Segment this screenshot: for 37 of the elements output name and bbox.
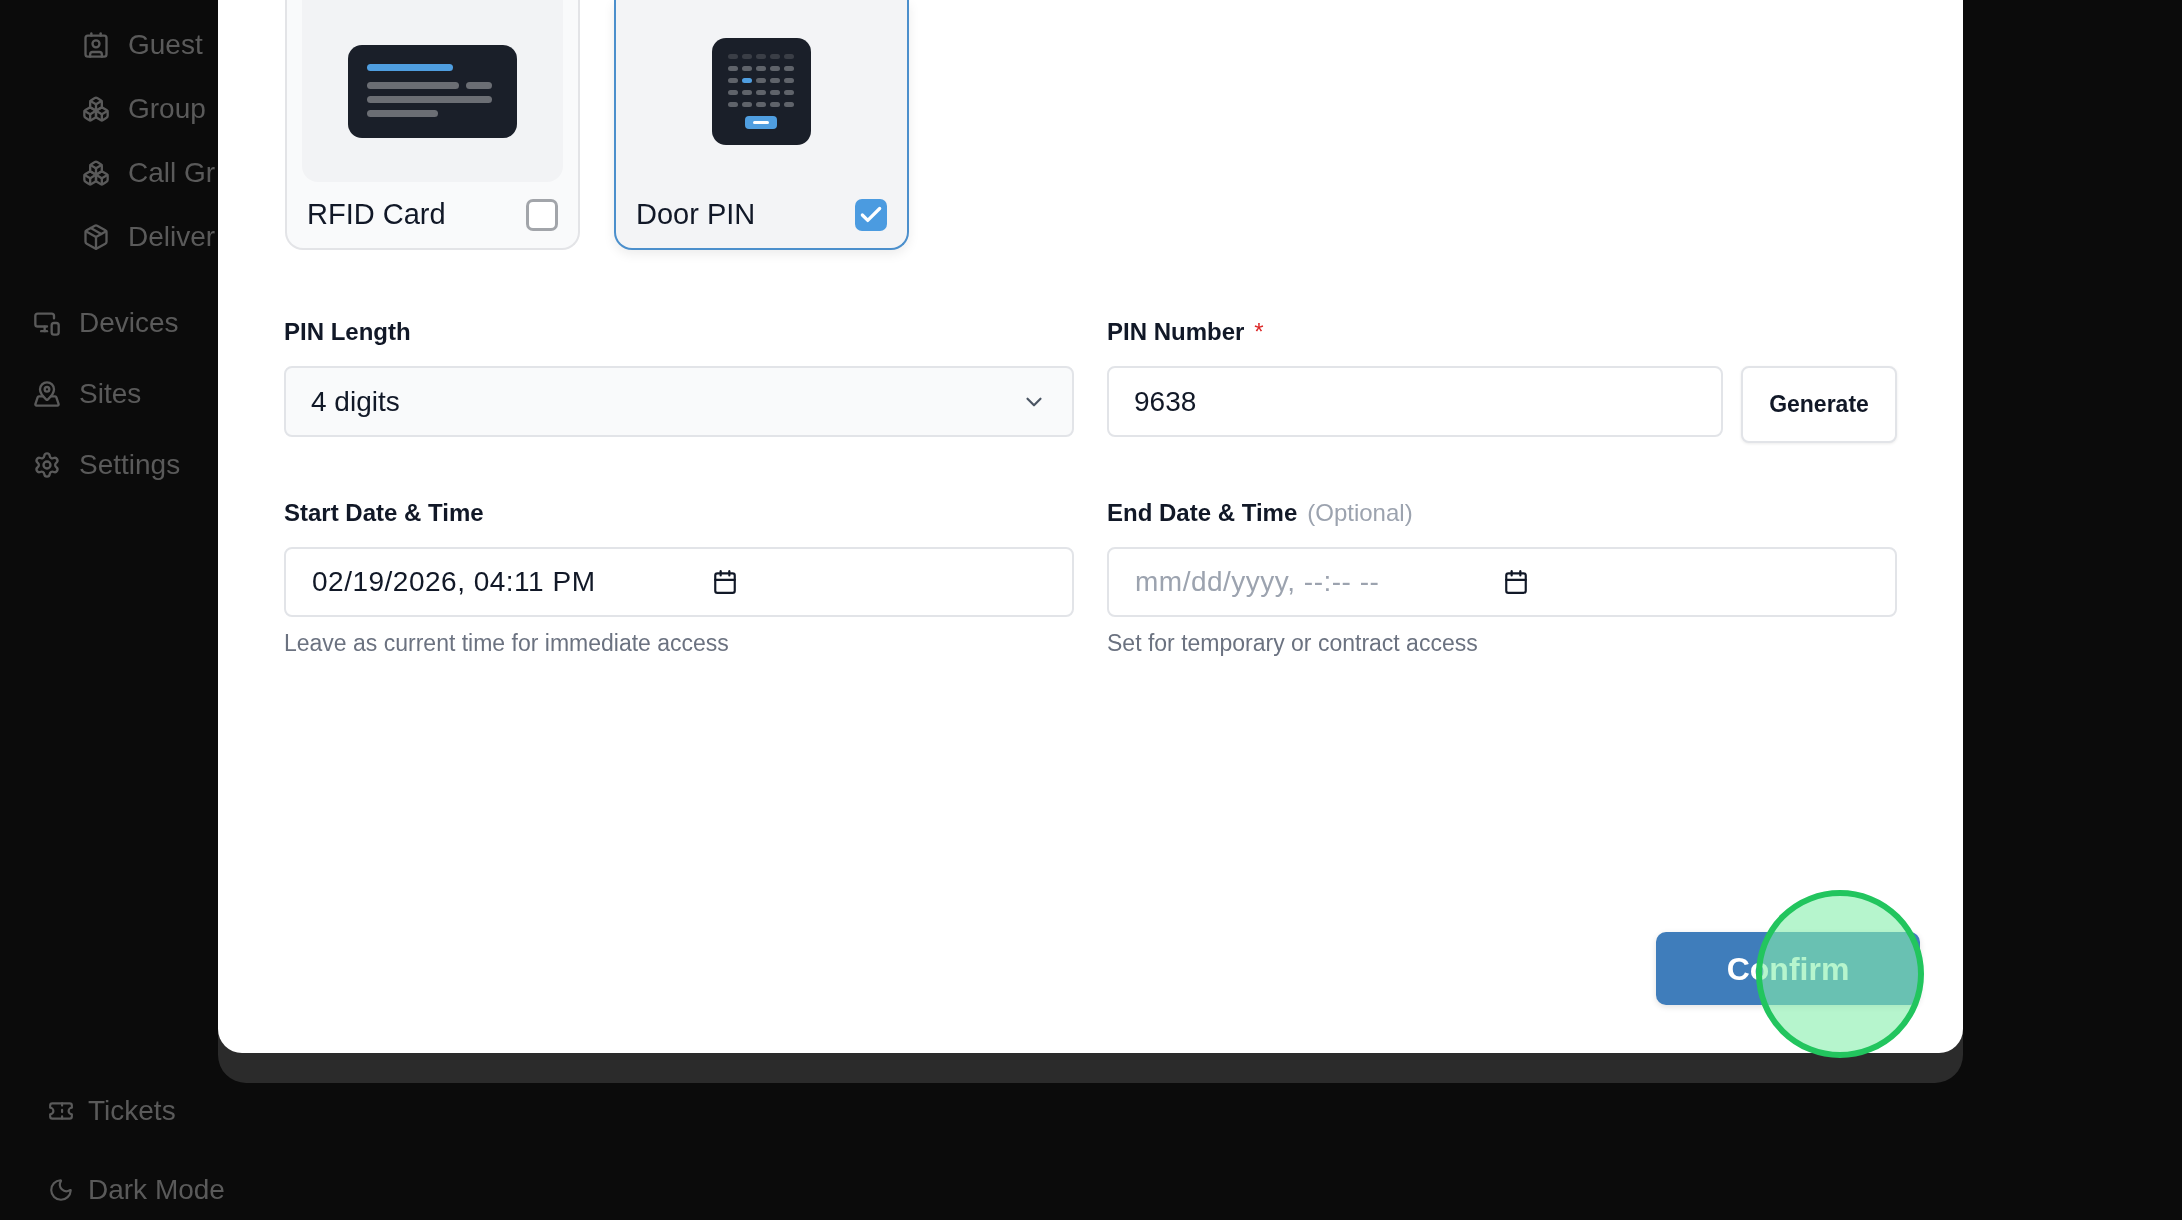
method-label: RFID Card xyxy=(307,197,446,233)
sidebar-item[interactable]: Call Gr xyxy=(128,152,216,194)
method-card[interactable]: Door PIN xyxy=(614,0,909,250)
end-date-field[interactable]: mm/dd/yyyy, --:-- -- xyxy=(1107,547,1897,617)
checkbox[interactable] xyxy=(855,199,887,231)
moon-icon xyxy=(48,1177,74,1203)
contact-icon xyxy=(82,31,110,59)
sidebar-item[interactable]: Guest xyxy=(128,24,203,66)
required-mark: * xyxy=(1254,318,1264,346)
help-text: Leave as current time for immediate access xyxy=(284,629,730,657)
start-date-field[interactable]: 02/19/2026, 04:11 PM xyxy=(284,547,1074,617)
package-icon xyxy=(82,223,110,251)
help-text: Set for temporary or contract access xyxy=(1107,629,1479,657)
settings-icon xyxy=(33,451,61,479)
group-icon xyxy=(82,95,110,123)
pin-length-select[interactable]: 4 digits xyxy=(284,366,1074,437)
sidebar-item[interactable]: Settings xyxy=(79,444,181,486)
checkbox[interactable] xyxy=(526,199,558,231)
sidebar-item[interactable]: Tickets xyxy=(88,1090,176,1132)
method-card[interactable]: RFID Card xyxy=(285,0,580,250)
method-label: Door PIN xyxy=(636,197,756,233)
sidebar-item[interactable]: Group xyxy=(128,88,206,130)
map-pin-icon xyxy=(33,380,61,408)
field-label: PIN Number xyxy=(1107,318,1245,346)
optional-note: (Optional) xyxy=(1307,499,1413,527)
sidebar-item[interactable]: Devices xyxy=(79,302,179,344)
pin-number-field[interactable]: 9638 xyxy=(1107,366,1723,437)
sidebar-item[interactable]: Deliver xyxy=(128,216,216,258)
generate-button[interactable]: Generate xyxy=(1741,366,1897,443)
calendar-icon[interactable] xyxy=(1503,569,1529,595)
calendar-icon[interactable] xyxy=(712,569,738,595)
group-icon xyxy=(82,159,110,187)
sidebar-item[interactable]: Dark Mode xyxy=(88,1169,225,1211)
field-label: End Date & Time xyxy=(1107,499,1298,527)
sidebar-item[interactable]: Sites xyxy=(79,373,142,415)
field-label: PIN Length xyxy=(284,318,412,346)
field-label: Start Date & Time xyxy=(284,499,485,527)
